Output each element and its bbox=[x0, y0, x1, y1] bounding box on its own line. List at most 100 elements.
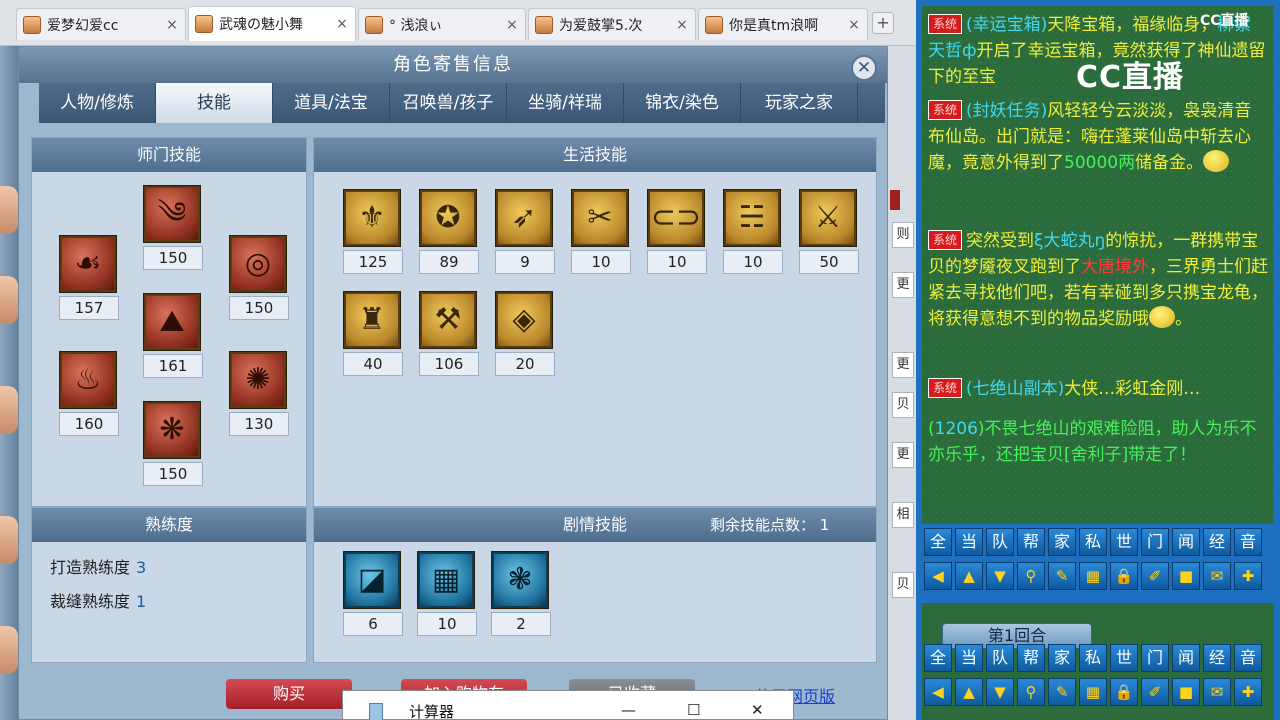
tab-pets[interactable]: 召唤兽/孩子 bbox=[390, 83, 507, 123]
school-skill[interactable]: ⛰ 161 bbox=[143, 294, 203, 378]
back-arrow-icon[interactable]: ◀ bbox=[924, 678, 952, 706]
life-skill[interactable]: ⊂⊃ 10 bbox=[647, 190, 707, 274]
channel-guild-button[interactable]: 帮 bbox=[1017, 644, 1045, 672]
new-tab-button[interactable]: + bbox=[872, 12, 894, 34]
channel-guild-button[interactable]: 帮 bbox=[1017, 528, 1045, 556]
school-skill[interactable]: ☙ 157 bbox=[59, 236, 119, 320]
close-icon[interactable]: ✕ bbox=[751, 701, 764, 719]
lock-icon[interactable]: 🔒 bbox=[1110, 562, 1138, 590]
scroll-down-icon[interactable]: ▼ bbox=[986, 562, 1014, 590]
life-skill[interactable]: ➶ 9 bbox=[495, 190, 555, 274]
channel-world-button[interactable]: 世 bbox=[1110, 528, 1138, 556]
tab-home[interactable]: 玩家之家 bbox=[741, 83, 858, 123]
channel-family-button[interactable]: 家 bbox=[1048, 644, 1076, 672]
tab-outfits[interactable]: 锦衣/染色 bbox=[624, 83, 741, 123]
edit-icon[interactable]: ✎ bbox=[1048, 562, 1076, 590]
tab-skills[interactable]: 技能 bbox=[156, 83, 273, 123]
grid-icon[interactable]: ▦ bbox=[1079, 562, 1107, 590]
minimize-icon[interactable]: — bbox=[621, 701, 636, 719]
life-skill[interactable]: ♜ 40 bbox=[343, 292, 403, 376]
speech-bubble-icon[interactable]: ✉ bbox=[1203, 562, 1231, 590]
school-skill[interactable]: ✺ 130 bbox=[229, 352, 289, 436]
school-skill[interactable]: ♨ 160 bbox=[59, 352, 119, 436]
tab-close-icon[interactable]: × bbox=[335, 16, 349, 32]
channel-world-button[interactable]: 世 bbox=[1110, 644, 1138, 672]
channel-private-button[interactable]: 私 bbox=[1079, 528, 1107, 556]
side-button[interactable]: 贝 bbox=[892, 572, 914, 598]
channel-voice-button[interactable]: 音 bbox=[1234, 528, 1262, 556]
channel-school-button[interactable]: 门 bbox=[1141, 644, 1169, 672]
browser-tab-4[interactable]: 为爱鼓掌5.次 × bbox=[528, 8, 696, 40]
tab-items[interactable]: 道具/法宝 bbox=[273, 83, 390, 123]
channel-trade-button[interactable]: 经 bbox=[1203, 644, 1231, 672]
story-skill[interactable]: ▦ 10 bbox=[417, 552, 477, 636]
tab-close-icon[interactable]: × bbox=[165, 17, 179, 33]
channel-family-button[interactable]: 家 bbox=[1048, 528, 1076, 556]
side-button[interactable]: 更 bbox=[892, 272, 914, 298]
calculator-window[interactable]: 计算器 — ☐ ✕ bbox=[342, 690, 794, 720]
browser-tab-3[interactable]: ° 浅浪ぃ × bbox=[358, 8, 526, 40]
search-icon[interactable]: ⚲ bbox=[1017, 562, 1045, 590]
life-skill[interactable]: ⚜ 125 bbox=[343, 190, 403, 274]
scroll-up-icon[interactable]: ▲ bbox=[955, 562, 983, 590]
browser-tab-5[interactable]: 你是真tm浪啊 × bbox=[698, 8, 868, 40]
system-badge: 系统 bbox=[928, 230, 963, 250]
story-skill[interactable]: ❃ 2 bbox=[491, 552, 551, 636]
side-button[interactable]: 贝 bbox=[892, 392, 914, 418]
broom-icon[interactable]: ✐ bbox=[1141, 678, 1169, 706]
grid-icon[interactable]: ▦ bbox=[1079, 678, 1107, 706]
life-skills-title: 生活技能 bbox=[314, 138, 876, 172]
life-skill[interactable]: ✪ 89 bbox=[419, 190, 479, 274]
scroll-up-icon[interactable]: ▲ bbox=[955, 678, 983, 706]
channel-school-button[interactable]: 门 bbox=[1141, 528, 1169, 556]
channel-current-button[interactable]: 当 bbox=[955, 528, 983, 556]
life-skill[interactable]: ◈ 20 bbox=[495, 292, 555, 376]
browser-tab-2[interactable]: 武魂の魅小舞 × bbox=[188, 6, 356, 41]
skill-level: 150 bbox=[143, 462, 203, 486]
edit-icon[interactable]: ✎ bbox=[1048, 678, 1076, 706]
life-skill[interactable]: ☵ 10 bbox=[723, 190, 783, 274]
life-skill[interactable]: ⚔ 50 bbox=[799, 190, 859, 274]
school-skill[interactable]: ❋ 150 bbox=[143, 402, 203, 486]
channel-news-button[interactable]: 闻 bbox=[1172, 528, 1200, 556]
broom-icon[interactable]: ✐ bbox=[1141, 562, 1169, 590]
add-note-icon[interactable]: ✚ bbox=[1234, 562, 1262, 590]
close-icon[interactable]: ✕ bbox=[851, 55, 877, 81]
channel-all-button[interactable]: 全 bbox=[924, 528, 952, 556]
tab-close-icon[interactable]: × bbox=[675, 17, 689, 33]
scroll-down-icon[interactable]: ▼ bbox=[986, 678, 1014, 706]
search-icon[interactable]: ⚲ bbox=[1017, 678, 1045, 706]
tab-close-icon[interactable]: × bbox=[505, 17, 519, 33]
folder-icon[interactable]: ■ bbox=[1172, 678, 1200, 706]
school-skill[interactable]: ༄ 150 bbox=[143, 186, 203, 270]
story-skill[interactable]: ◪ 6 bbox=[343, 552, 403, 636]
add-note-icon[interactable]: ✚ bbox=[1234, 678, 1262, 706]
chat-message: 系统 (七绝山副本)大侠…彩虹金刚… bbox=[928, 376, 1268, 402]
life-skill[interactable]: ✂ 10 bbox=[571, 190, 631, 274]
channel-team-button[interactable]: 队 bbox=[986, 528, 1014, 556]
channel-current-button[interactable]: 当 bbox=[955, 644, 983, 672]
channel-trade-button[interactable]: 经 bbox=[1203, 528, 1231, 556]
tab-close-icon[interactable]: × bbox=[847, 17, 861, 33]
browser-tab-1[interactable]: 爱梦幻爱cc × bbox=[16, 8, 186, 40]
back-arrow-icon[interactable]: ◀ bbox=[924, 562, 952, 590]
side-button[interactable]: 则 bbox=[892, 222, 914, 248]
maximize-icon[interactable]: ☐ bbox=[687, 701, 700, 719]
tab-mounts[interactable]: 坐骑/祥瑞 bbox=[507, 83, 624, 123]
side-button[interactable]: 相 bbox=[892, 502, 914, 528]
channel-all-button[interactable]: 全 bbox=[924, 644, 952, 672]
buy-button[interactable]: 购买 bbox=[226, 679, 352, 709]
school-skill[interactable]: ◎ 150 bbox=[229, 236, 289, 320]
life-skill[interactable]: ⚒ 106 bbox=[419, 292, 479, 376]
lock-icon[interactable]: 🔒 bbox=[1110, 678, 1138, 706]
channel-team-button[interactable]: 队 bbox=[986, 644, 1014, 672]
side-button[interactable]: 更 bbox=[892, 442, 914, 468]
stream-watermark-logo: CC直播 bbox=[1076, 60, 1185, 95]
channel-news-button[interactable]: 闻 bbox=[1172, 644, 1200, 672]
side-button[interactable]: 更 bbox=[892, 352, 914, 378]
folder-icon[interactable]: ■ bbox=[1172, 562, 1200, 590]
speech-bubble-icon[interactable]: ✉ bbox=[1203, 678, 1231, 706]
channel-voice-button[interactable]: 音 bbox=[1234, 644, 1262, 672]
channel-private-button[interactable]: 私 bbox=[1079, 644, 1107, 672]
tab-character[interactable]: 人物/修炼 bbox=[39, 83, 156, 123]
